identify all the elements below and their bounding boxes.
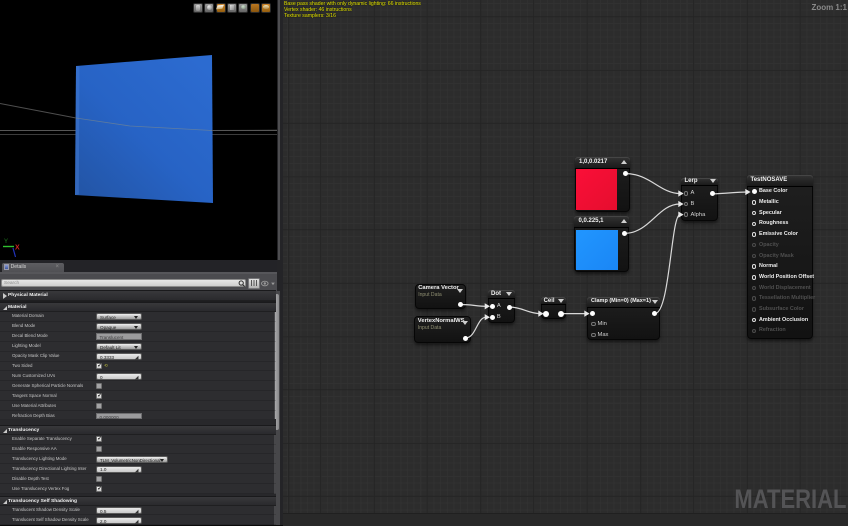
svg-text:Y: Y bbox=[4, 239, 8, 245]
svg-text:X: X bbox=[15, 245, 20, 252]
